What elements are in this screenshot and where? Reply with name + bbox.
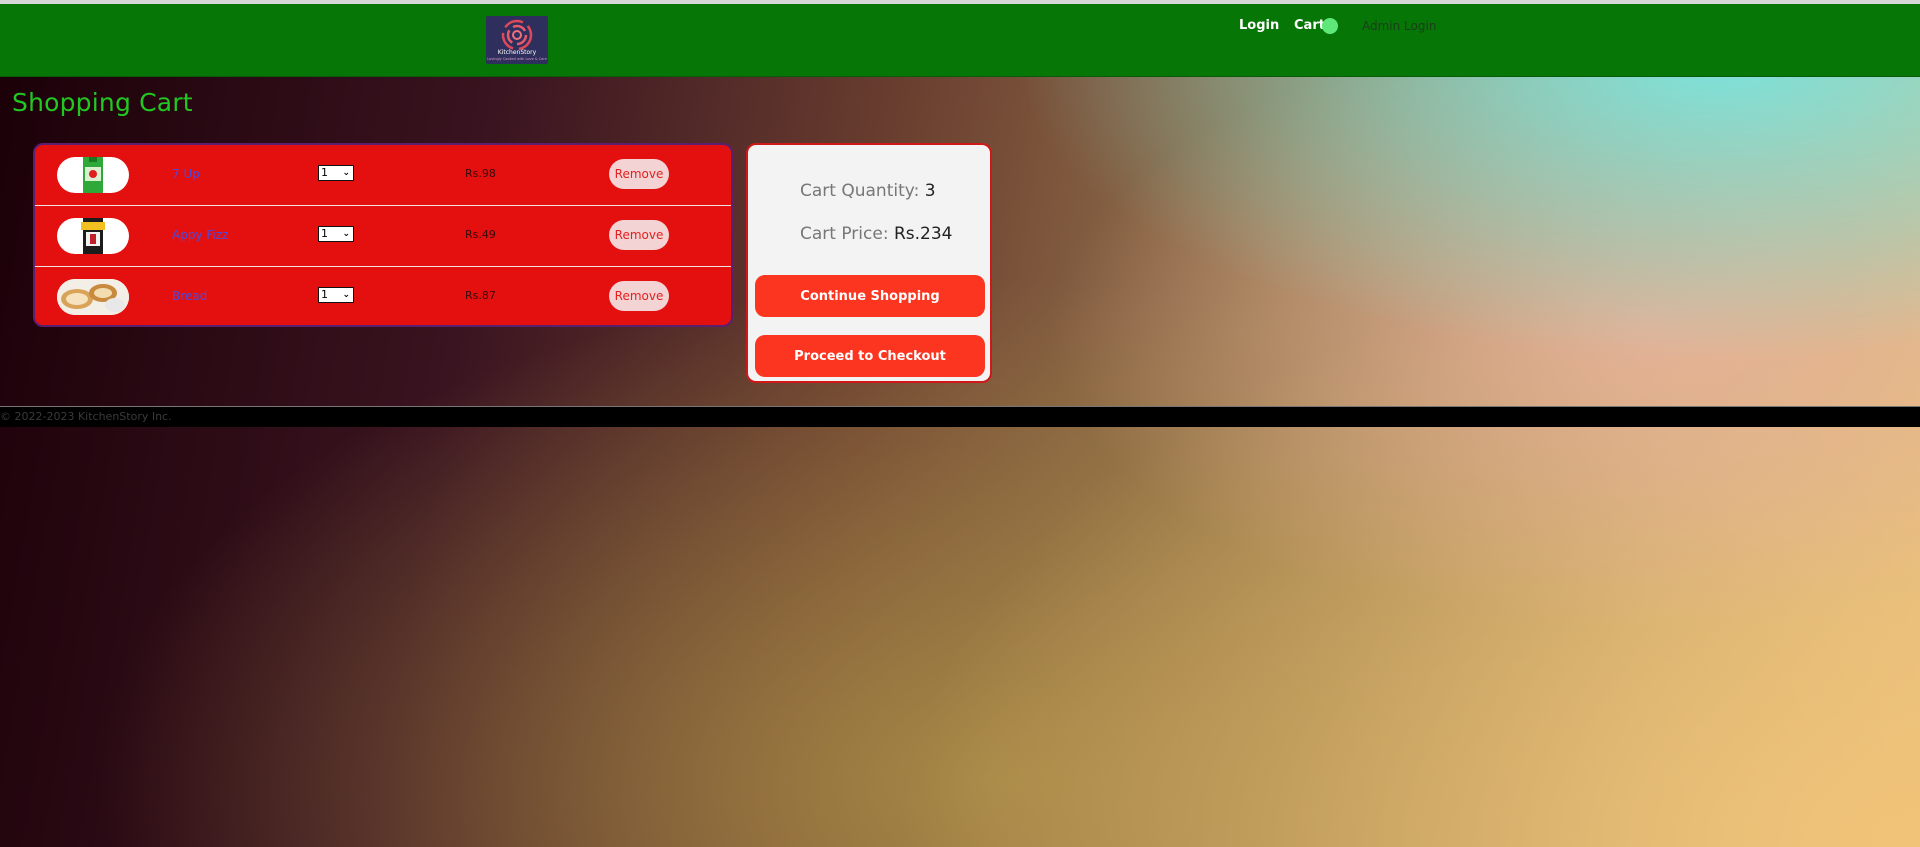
chevron-down-icon: ⌄ — [342, 229, 350, 239]
cart-price-label: Cart Price: — [800, 224, 894, 244]
cart-quantity-value: 3 — [924, 181, 936, 201]
product-image-appy-fizz — [57, 218, 129, 254]
navbar: KitchenStory Lovingly Cooked with Love &… — [0, 4, 1920, 77]
bread-icon — [57, 279, 129, 315]
cart-summary-panel: Cart Quantity: 3 Cart Price: Rs.234 Cont… — [746, 143, 992, 383]
chevron-down-icon: ⌄ — [342, 290, 350, 300]
nav-login-link[interactable]: Login — [1239, 18, 1279, 33]
quantity-value: 1 — [321, 166, 328, 179]
cart-price-value: Rs.234 — [893, 224, 953, 244]
product-image-bread — [57, 279, 129, 315]
quantity-value: 1 — [321, 288, 328, 301]
cart-row: Appy Fizz 1 ⌄ Rs.49 Remove — [35, 206, 731, 267]
quantity-select[interactable]: 1 ⌄ — [318, 165, 354, 181]
cart-quantity: Cart Quantity: 3 — [800, 181, 936, 201]
cart-row: Bread 1 ⌄ Rs.87 Remove — [35, 267, 731, 325]
cart-price: Cart Price: Rs.234 — [800, 224, 952, 244]
quantity-value: 1 — [321, 227, 328, 240]
nav-admin-login-link[interactable]: Admin Login — [1362, 19, 1436, 33]
product-image-7up — [57, 157, 129, 193]
cart-items-table: 7 Up 1 ⌄ Rs.98 Remove Appy Fizz 1 ⌄ Rs.49 … — [33, 143, 733, 327]
remove-button[interactable]: Remove — [609, 220, 669, 250]
cart-row: 7 Up 1 ⌄ Rs.98 Remove — [35, 145, 731, 206]
product-name[interactable]: Appy Fizz — [172, 228, 228, 242]
footer: © 2022-2023 KitchenStory Inc. — [0, 406, 1920, 427]
logo-tagline: Lovingly Cooked with Love & Care — [487, 57, 547, 61]
proceed-to-checkout-button[interactable]: Proceed to Checkout — [755, 335, 985, 377]
product-price: Rs.49 — [465, 228, 496, 241]
continue-shopping-button[interactable]: Continue Shopping — [755, 275, 985, 317]
page-title: Shopping Cart — [12, 88, 193, 117]
remove-button[interactable]: Remove — [609, 281, 669, 311]
product-name[interactable]: 7 Up — [172, 167, 200, 181]
remove-button[interactable]: Remove — [609, 159, 669, 189]
product-price: Rs.98 — [465, 167, 496, 180]
cart-indicator-icon — [1322, 18, 1338, 34]
brand-logo[interactable]: KitchenStory Lovingly Cooked with Love &… — [486, 16, 548, 64]
product-price: Rs.87 — [465, 289, 496, 302]
product-name[interactable]: Bread — [172, 289, 207, 303]
cart-quantity-label: Cart Quantity: — [800, 181, 925, 201]
quantity-select[interactable]: 1 ⌄ — [318, 287, 354, 303]
drink-bottle-icon — [81, 218, 105, 254]
chevron-down-icon: ⌄ — [342, 168, 350, 178]
nav-cart-link[interactable]: Cart — [1294, 18, 1325, 33]
footer-copyright: © 2022-2023 KitchenStory Inc. — [0, 410, 172, 423]
quantity-select[interactable]: 1 ⌄ — [318, 226, 354, 242]
soda-bottle-icon — [83, 157, 103, 193]
logo-text: KitchenStory — [497, 49, 537, 56]
